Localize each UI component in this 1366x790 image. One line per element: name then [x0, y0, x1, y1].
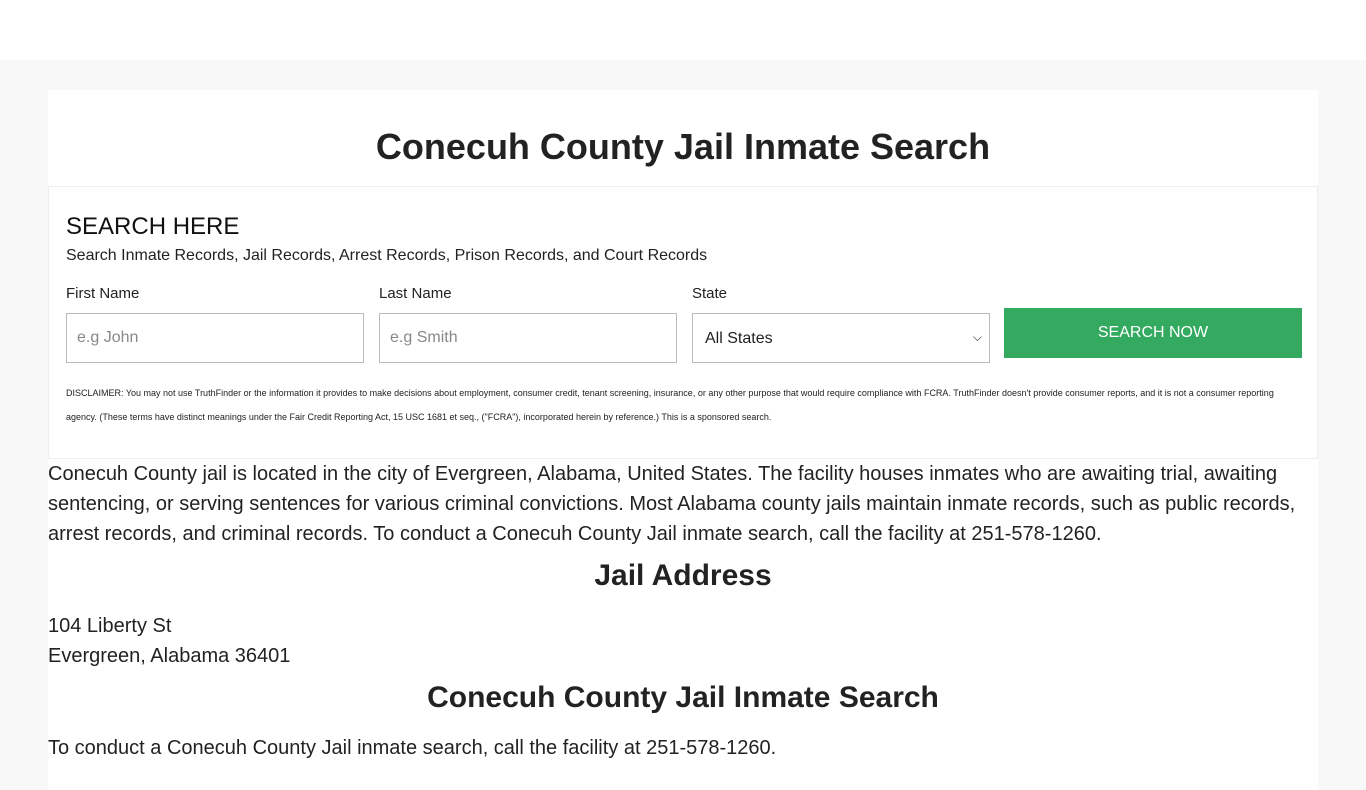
search-heading: SEARCH HERE — [66, 213, 240, 240]
intro-paragraph: Conecuh County jail is located in the ci… — [48, 463, 1296, 545]
search-subheading: Search Inmate Records, Jail Records, Arr… — [66, 247, 708, 264]
address-line-2: Evergreen, Alabama 36401 — [48, 645, 291, 667]
state-group: State All States ⌵ — [692, 285, 990, 363]
top-header-bar — [0, 0, 1366, 60]
state-select-wrap: All States ⌵ — [692, 313, 990, 363]
state-select[interactable]: All States — [692, 313, 990, 363]
address-line-1: 104 Liberty St — [48, 615, 172, 637]
last-name-group: Last Name — [379, 285, 677, 363]
last-name-input[interactable] — [379, 313, 677, 363]
address-heading: Jail Address — [594, 559, 772, 592]
first-name-group: First Name — [66, 285, 364, 363]
inmate-search-heading: Conecuh County Jail Inmate Search — [427, 681, 939, 714]
inmate-search-text: To conduct a Conecuh County Jail inmate … — [48, 737, 777, 759]
disclaimer-text: DISCLAIMER: You may not use TruthFinder … — [66, 388, 1274, 422]
search-form: SEARCH HERE Search Inmate Records, Jail … — [48, 186, 1318, 459]
state-label: State — [692, 285, 728, 302]
main-content: Conecuh County Jail Inmate Search SEARCH… — [48, 90, 1318, 790]
search-now-button[interactable]: Search Now — [1004, 308, 1302, 358]
last-name-label: Last Name — [379, 285, 452, 302]
first-name-label: First Name — [66, 285, 140, 302]
first-name-input[interactable] — [66, 313, 364, 363]
page-title: Conecuh County Jail Inmate Search — [375, 126, 991, 167]
